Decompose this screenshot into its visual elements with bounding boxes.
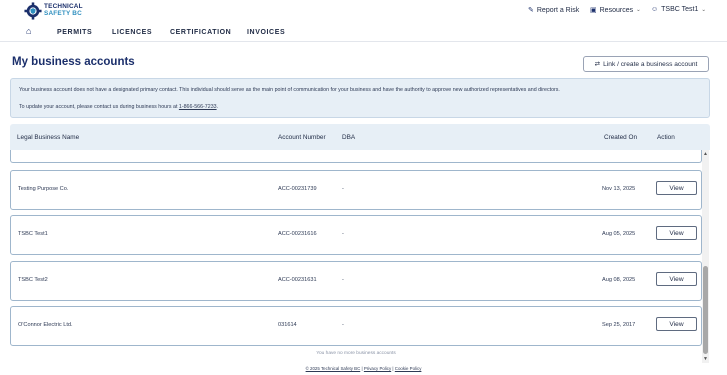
view-button[interactable]: View <box>656 317 697 331</box>
account-number: ACC-00231739 <box>278 186 317 192</box>
notice-line-1: Your business account does not have a de… <box>19 87 560 93</box>
notice-line-2: To update your account, please contact u… <box>19 104 219 110</box>
business-name: TSBC Test1 <box>18 231 48 237</box>
page-title: My business accounts <box>12 56 135 68</box>
created-on: Nov 13, 2025 <box>602 186 636 192</box>
business-name: O'Connor Electric Ltd. <box>18 322 73 328</box>
top-bar: TECHNICAL SAFETY BC ✎ Report a Risk ▣ Re… <box>0 0 727 22</box>
view-button[interactable]: View <box>656 226 697 240</box>
account-number: ACC-00231616 <box>278 231 317 237</box>
cookie-policy-link[interactable]: Cookie Policy <box>395 366 422 371</box>
nav-invoices[interactable]: INVOICES <box>247 29 285 36</box>
created-on: Sep 25, 2017 <box>602 322 636 328</box>
business-name: Testing Purpose Co. <box>18 186 69 192</box>
report-risk-link[interactable]: ✎ Report a Risk <box>528 6 579 15</box>
phone-link[interactable]: 1-866-566-7233 <box>179 104 217 110</box>
technical-safety-logo-icon[interactable] <box>24 2 42 20</box>
table-row: TSBC Test2 ACC-00231631 - Aug 08, 2025 V… <box>10 261 702 301</box>
business-name: TSBC Test2 <box>18 277 48 283</box>
dba-value: - <box>342 277 344 283</box>
scrollbar-thumb[interactable] <box>703 266 708 354</box>
column-account-number: Account Number <box>278 134 326 141</box>
user-icon: ☺ <box>651 6 659 13</box>
view-button[interactable]: View <box>656 181 697 195</box>
dba-value: - <box>342 231 344 237</box>
table-row <box>10 150 702 163</box>
nav-permits[interactable]: PERMITS <box>57 29 92 36</box>
column-legal-business-name: Legal Business Name <box>17 134 80 141</box>
dba-value: - <box>342 186 344 192</box>
created-on: Aug 08, 2025 <box>602 277 636 283</box>
business-accounts-list[interactable]: Testing Purpose Co. ACC-00231739 - Nov 1… <box>10 150 710 363</box>
view-button[interactable]: View <box>656 272 697 286</box>
account-number: ACC-00231631 <box>278 277 317 283</box>
home-icon[interactable]: ⌂ <box>26 26 31 36</box>
scroll-down-arrow-icon[interactable]: ▼ <box>702 355 709 363</box>
column-dba: DBA <box>342 134 356 141</box>
user-menu[interactable]: ☺ TSBC Test1 ⌄ <box>651 6 706 13</box>
column-action: Action <box>657 134 675 141</box>
link-icon: ⇄ <box>594 61 601 68</box>
primary-contact-notice: Your business account does not have a de… <box>10 78 710 118</box>
chevron-down-icon: ⌄ <box>701 6 706 13</box>
table-row: TSBC Test1 ACC-00231616 - Aug 05, 2025 V… <box>10 215 702 255</box>
nav-certification[interactable]: CERTIFICATION <box>170 29 231 36</box>
nav-licences[interactable]: LICENCES <box>112 29 152 36</box>
end-of-list-message: You have no more business accounts <box>316 351 396 356</box>
table-row: Testing Purpose Co. ACC-00231739 - Nov 1… <box>10 170 702 210</box>
privacy-policy-link[interactable]: Privacy Policy <box>364 366 391 371</box>
table-header: Legal Business Name Account Number DBA C… <box>10 124 710 150</box>
table-row: O'Connor Electric Ltd. 031614 - Sep 25, … <box>10 306 702 346</box>
dba-value: - <box>342 322 344 328</box>
footer: © 2025 Technical Safety BC | Privacy Pol… <box>305 366 422 371</box>
main-nav: ⌂ PERMITS LICENCES CERTIFICATION INVOICE… <box>0 22 727 42</box>
chevron-down-icon: ⌄ <box>636 7 641 13</box>
column-created-on: Created On <box>604 134 638 141</box>
link-create-account-button[interactable]: ⇄ Link / create a business account <box>583 56 709 72</box>
brand-name[interactable]: TECHNICAL SAFETY BC <box>44 3 83 17</box>
copyright-link[interactable]: © 2025 Technical Safety BC <box>306 366 361 371</box>
created-on: Aug 05, 2025 <box>602 231 636 237</box>
account-number: 031614 <box>278 322 297 328</box>
resources-menu[interactable]: ▣ Resources ⌄ <box>590 6 641 15</box>
scroll-up-arrow-icon[interactable]: ▲ <box>702 150 709 158</box>
edit-icon: ✎ <box>528 7 534 14</box>
book-icon: ▣ <box>590 7 597 14</box>
